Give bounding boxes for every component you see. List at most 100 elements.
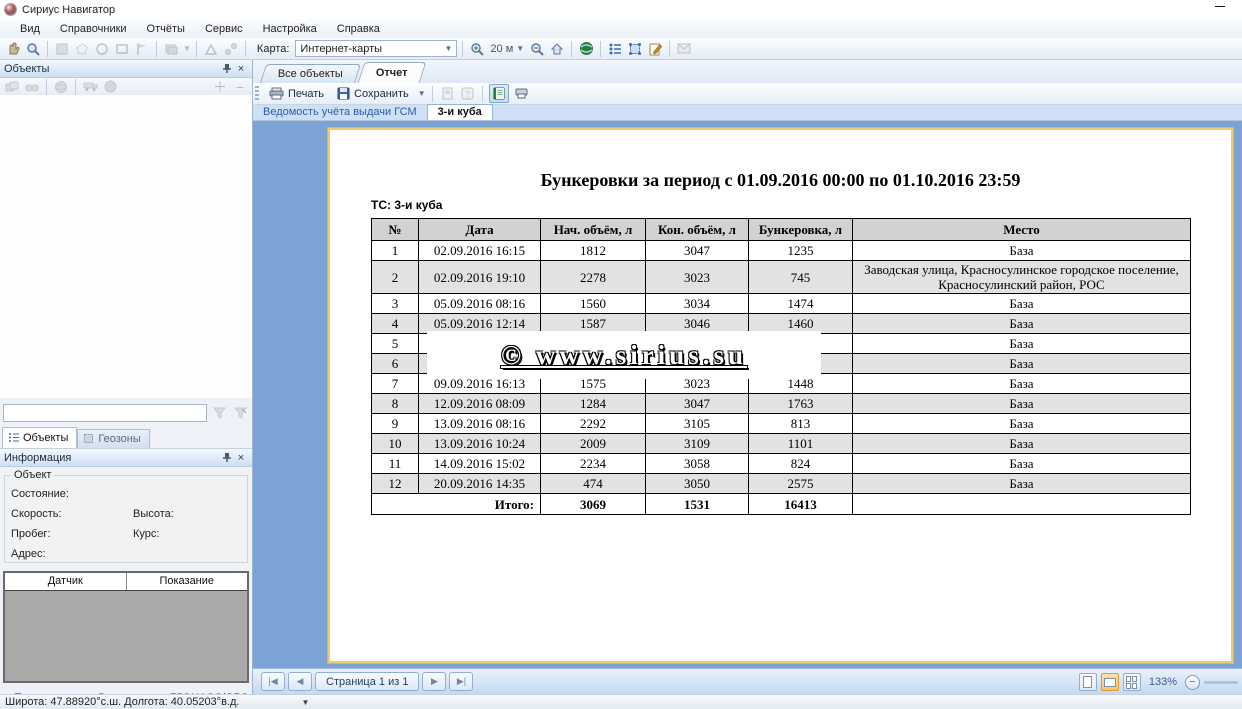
close-icon[interactable]: × — [234, 451, 248, 465]
home-icon[interactable] — [548, 40, 566, 58]
legend-list-icon[interactable] — [606, 40, 624, 58]
menu-view[interactable]: Вид — [10, 21, 50, 37]
column-header: Кон. объём, л — [646, 219, 749, 241]
select-region-icon[interactable] — [53, 40, 71, 58]
filter-funnel-icon[interactable] — [210, 404, 228, 422]
fit-width-view-button[interactable] — [1101, 673, 1119, 691]
pan-hand-icon[interactable] — [4, 40, 22, 58]
notes-edit-icon[interactable] — [646, 40, 664, 58]
print-preview-button[interactable] — [512, 84, 531, 103]
menu-service[interactable]: Сервис — [195, 21, 253, 37]
zoom-select-icon[interactable] — [24, 40, 42, 58]
vehicle-icon[interactable] — [81, 78, 99, 96]
table-row: 1220.09.2016 14:3547430502575База — [372, 474, 1191, 494]
zoom-out-button[interactable]: − — [1185, 675, 1200, 690]
table-cell: 12.09.2016 08:09 — [419, 394, 541, 414]
object-groupbox: Объект Состояние: Скорость: Высота: Проб… — [4, 475, 248, 563]
last-page-button[interactable]: ▶| — [449, 672, 473, 691]
print-label: Печать — [288, 88, 324, 100]
filter-clear-icon[interactable] — [231, 404, 249, 422]
geozone-select-icon[interactable] — [626, 40, 644, 58]
single-page-icon — [1083, 676, 1092, 688]
objects-panel-title: Объекты — [4, 63, 49, 75]
table-cell — [853, 494, 1191, 515]
table-cell: 02.09.2016 19:10 — [419, 261, 541, 294]
table-cell: 14.09.2016 15:02 — [419, 454, 541, 474]
polygon-select-icon[interactable] — [73, 40, 91, 58]
report-pager-bar: |◀ ◀ Страница 1 из 1 ▶ ▶| 133% − — [253, 668, 1242, 694]
mail-icon[interactable] — [675, 40, 693, 58]
tab-objects[interactable]: Объекты — [2, 427, 77, 448]
pin-icon[interactable] — [220, 62, 234, 76]
state-label: Состояние: — [11, 488, 69, 500]
report-view-button[interactable] — [489, 84, 509, 103]
flag-icon[interactable] — [133, 40, 151, 58]
single-page-view-button[interactable] — [1079, 673, 1097, 691]
pin-icon[interactable] — [220, 451, 234, 465]
scale-select[interactable]: 20 м ▼ — [488, 43, 526, 55]
table-cell: 11 — [372, 454, 419, 474]
next-page-button[interactable]: ▶ — [422, 672, 446, 691]
zoom-out-icon[interactable] — [528, 40, 546, 58]
table-cell: Заводская улица, Красносулинское городск… — [853, 261, 1191, 294]
totals-value: 16413 — [749, 494, 853, 515]
track-icon[interactable] — [222, 40, 240, 58]
toolbar-grip[interactable] — [255, 86, 259, 102]
sphere-icon[interactable] — [101, 78, 119, 96]
subtab-gsm-sheet[interactable]: Ведомость учёта выдачи ГСМ — [253, 105, 427, 120]
layers-icon[interactable] — [162, 40, 180, 58]
fit-width-icon — [1104, 678, 1116, 687]
prev-page-button[interactable]: ◀ — [288, 672, 312, 691]
table-cell: 3047 — [646, 394, 749, 414]
tab-geozones-label: Геозоны — [98, 433, 140, 445]
circle-select-icon[interactable] — [93, 40, 111, 58]
menu-directories[interactable]: Справочники — [50, 21, 137, 37]
filter-input[interactable] — [3, 404, 207, 422]
table-cell: 1 — [372, 241, 419, 261]
page-setup-icon — [441, 87, 454, 100]
tab-geozones[interactable]: Геозоны — [77, 429, 149, 448]
objects-tree[interactable] — [0, 95, 252, 398]
tab-all-objects[interactable]: Все объекты — [260, 64, 361, 83]
zoom-slider[interactable] — [1204, 681, 1238, 684]
close-icon[interactable]: × — [234, 62, 248, 76]
page-setup-button[interactable] — [439, 84, 456, 103]
zoom-percentage: 133% — [1149, 676, 1177, 688]
totals-label: Итого: — [372, 494, 541, 515]
save-button[interactable]: Сохранить — [332, 84, 414, 103]
angle-measure-icon[interactable] — [202, 40, 220, 58]
show-on-map-icon[interactable] — [52, 78, 70, 96]
address-label: Адрес: — [11, 548, 46, 560]
rectangle-select-icon[interactable] — [113, 40, 131, 58]
table-cell: 813 — [749, 414, 853, 434]
app-icon — [4, 3, 17, 16]
save-options-caret-icon[interactable]: ▼ — [418, 89, 426, 98]
print-button[interactable]: Печать — [264, 84, 329, 103]
binoculars-icon[interactable] — [23, 78, 41, 96]
collapse-minus-icon[interactable]: − — [231, 78, 249, 96]
menu-settings[interactable]: Настройка — [253, 21, 327, 37]
tab-report[interactable]: Отчет — [358, 62, 427, 83]
speed-label: Скорость: — [11, 508, 62, 520]
help-button[interactable]: ? — [459, 84, 476, 103]
layers-caret-icon[interactable]: ▼ — [183, 44, 191, 53]
add-object-icon[interactable] — [3, 78, 21, 96]
first-page-button[interactable]: |◀ — [261, 672, 285, 691]
statusbar-caret-icon[interactable]: ▼ — [301, 698, 309, 707]
menu-reports[interactable]: Отчёты — [137, 21, 195, 37]
table-cell: 1235 — [749, 241, 853, 261]
table-cell: 2009 — [541, 434, 646, 454]
map-select[interactable]: Интернет-карты ▼ — [295, 40, 457, 57]
minimize-button[interactable]: — — [1212, 2, 1228, 14]
globe-icon[interactable] — [577, 40, 595, 58]
column-header: Нач. объём, л — [541, 219, 646, 241]
subtab-3-cuba[interactable]: 3-и куба — [427, 104, 493, 120]
menu-help[interactable]: Справка — [327, 21, 390, 37]
zoom-in-icon[interactable] — [468, 40, 486, 58]
column-header: Дата — [419, 219, 541, 241]
objects-toolbar: ＋ − — [0, 78, 252, 95]
multi-page-view-button[interactable] — [1123, 673, 1141, 691]
table-cell: 745 — [749, 261, 853, 294]
table-cell: 13.09.2016 10:24 — [419, 434, 541, 454]
expand-plus-icon[interactable]: ＋ — [211, 78, 229, 96]
